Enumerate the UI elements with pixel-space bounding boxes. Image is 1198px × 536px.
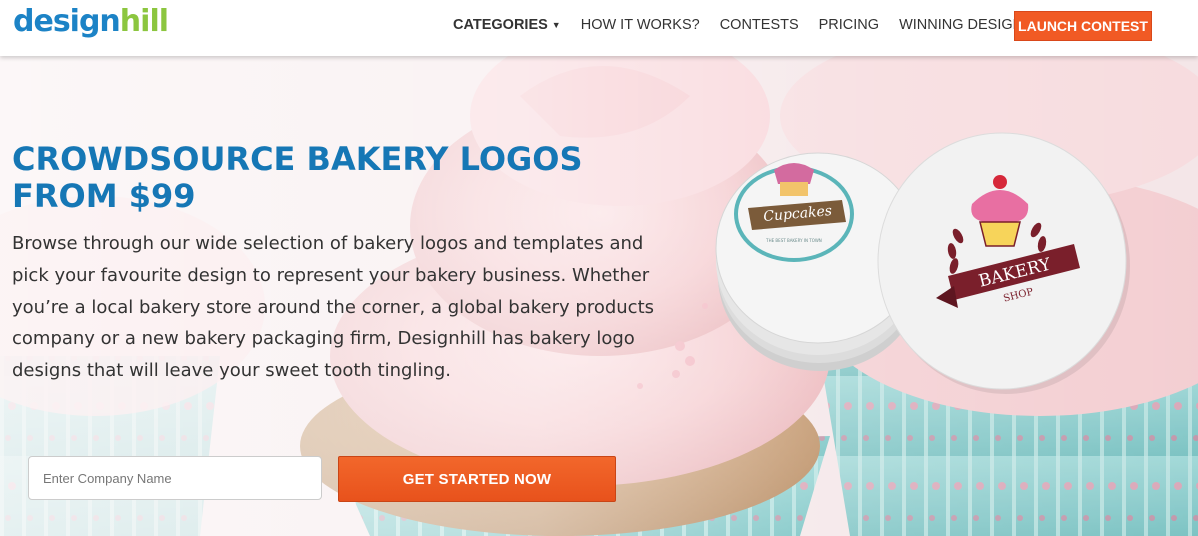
coaster-front: BAKERY SHOP	[877, 132, 1130, 394]
logo-part-hill: hill	[119, 4, 169, 39]
nav-how-it-works[interactable]: HOW IT WORKS?	[581, 16, 700, 34]
hero-title-line1: CROWDSOURCE BAKERY LOGOS	[12, 140, 583, 178]
coaster-back-smalltext: THE BEST BAKERY IN TOWN	[765, 238, 822, 243]
nav-winning-designs[interactable]: WINNING DESIGNS	[899, 16, 1033, 34]
designhill-logo[interactable]: designhill	[13, 4, 169, 40]
hero-description: Browse through our wide selection of bak…	[12, 233, 655, 382]
bakery-coasters-image: Cupcakes THE BEST BAKERY IN TOWN BAKERY	[715, 132, 1130, 394]
get-started-button[interactable]: GET STARTED NOW	[338, 456, 616, 502]
nav-categories-label: CATEGORIES	[453, 17, 548, 33]
hero-title-line2: FROM $99	[12, 177, 196, 215]
nav-pricing[interactable]: PRICING	[819, 16, 879, 34]
company-name-input[interactable]	[28, 456, 322, 500]
main-nav: CATEGORIES ▼ HOW IT WORKS? CONTESTS PRICI…	[453, 16, 1053, 34]
nav-contests[interactable]: CONTESTS	[720, 16, 799, 34]
hero-section: CROWDSOURCE BAKERY LOGOS FROM $99 Browse…	[0, 56, 1198, 536]
logo-part-design: design	[13, 4, 121, 39]
hero-title: CROWDSOURCE BAKERY LOGOS FROM $99	[12, 141, 652, 215]
nav-categories[interactable]: CATEGORIES ▼	[453, 16, 561, 34]
caret-down-icon: ▼	[551, 20, 561, 31]
site-header: designhill CATEGORIES ▼ HOW IT WORKS? CON…	[0, 0, 1198, 56]
launch-contest-button[interactable]: LAUNCH CONTEST	[1014, 11, 1152, 41]
